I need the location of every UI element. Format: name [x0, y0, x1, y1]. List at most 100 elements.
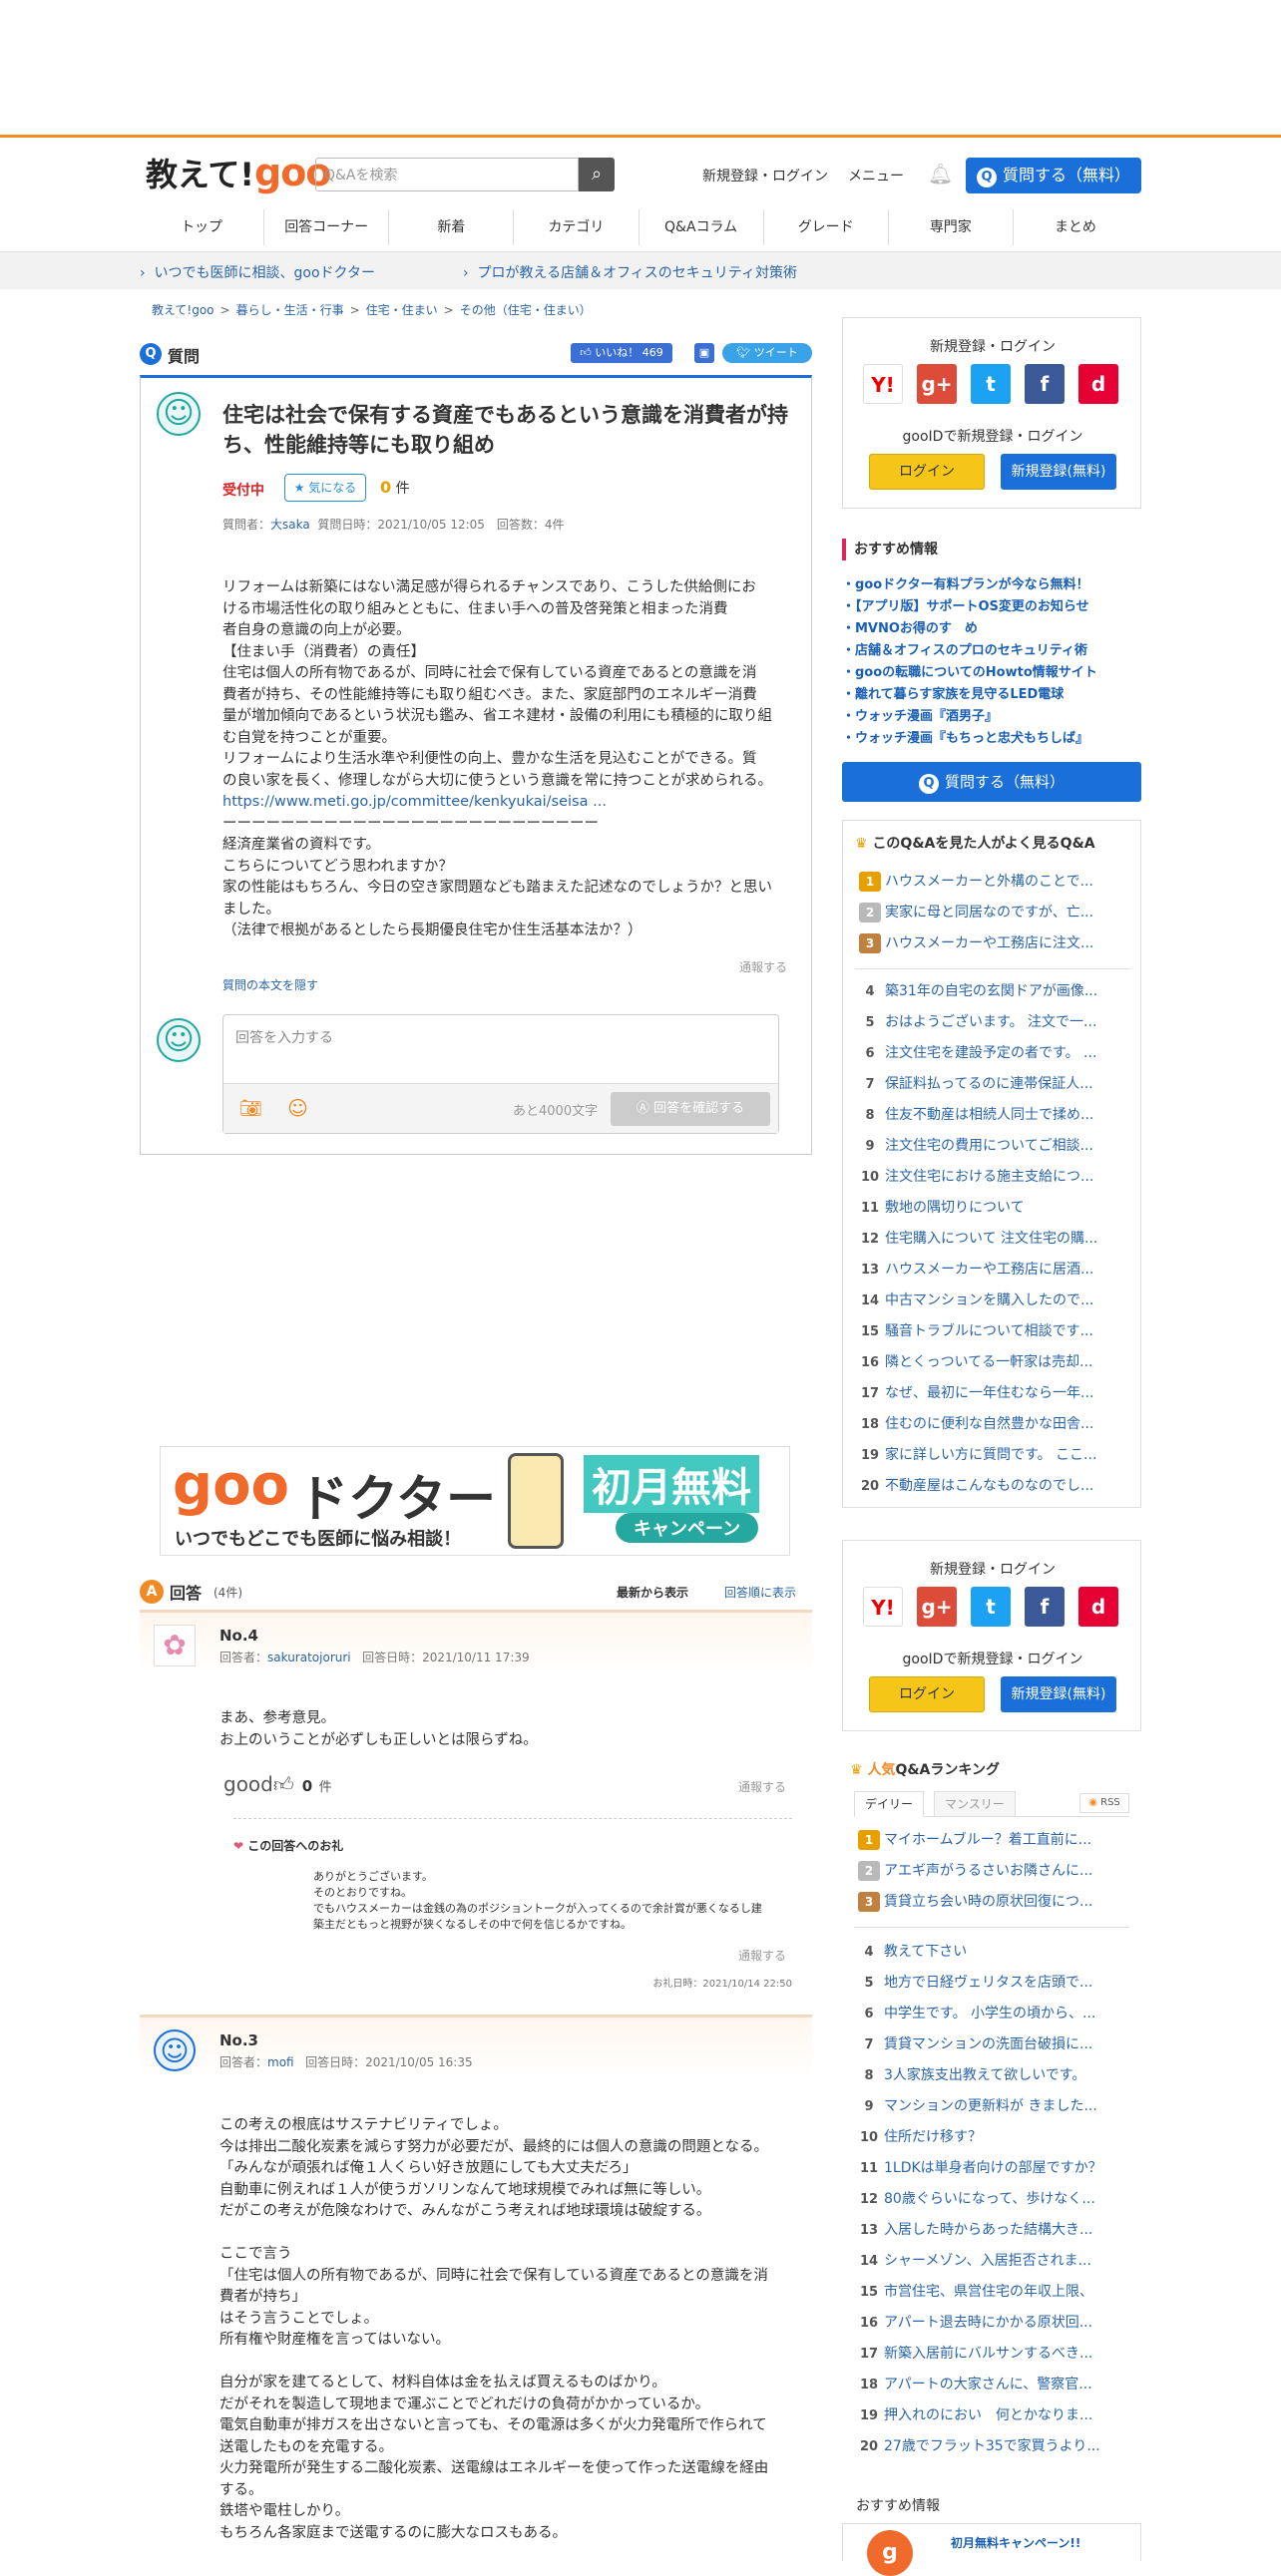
- breadcrumb-item[interactable]: 教えて!goo: [152, 303, 214, 317]
- ranking-item[interactable]: 2 アエギ声がうるさいお隣さんに...: [854, 1860, 1129, 1891]
- emoji-icon[interactable]: ☺: [287, 1096, 308, 1120]
- search-button[interactable]: ⌕: [579, 158, 615, 191]
- favorite-button[interactable]: ★ 気になる: [284, 474, 366, 502]
- recommend-item[interactable]: ・ウォッチ漫画『もちっと忠犬もちしば』: [842, 728, 1141, 750]
- confirm-answer-button[interactable]: Ⓐ 回答を確認する: [611, 1092, 770, 1126]
- related-item[interactable]: 15 騒音トラブルについて相談です...: [855, 1320, 1130, 1351]
- ranking-item[interactable]: 20 27歳でフラット35で家買うより...: [854, 2435, 1129, 2466]
- ranking-item[interactable]: 16 アパート退去時にかかる原状回...: [854, 2312, 1129, 2343]
- rss-button[interactable]: ◉ RSS: [1079, 1793, 1129, 1813]
- related-item[interactable]: 4 築31年の自宅の玄関ドアが画像...: [855, 980, 1130, 1011]
- nav-category[interactable]: カテゴリ: [514, 209, 640, 245]
- docomo-icon[interactable]: d: [1078, 1587, 1118, 1627]
- ranking-item[interactable]: 7 賃貸マンションの洗面台破損に...: [854, 2033, 1129, 2064]
- related-item[interactable]: 18 住むのに便利な自然豊かな田舎...: [855, 1413, 1130, 1444]
- ranking-item[interactable]: 11 1LDKは単身者向けの部屋ですか？: [854, 2157, 1129, 2188]
- search-input[interactable]: Q&Aを検索: [315, 158, 579, 191]
- related-item[interactable]: 8 住友不動産は相続人同士で揉め...: [855, 1104, 1130, 1135]
- author-link[interactable]: 大saka: [270, 518, 310, 532]
- recommend-item[interactable]: ・【アプリ版】サポートOS変更のお知らせ: [842, 596, 1141, 618]
- related-item[interactable]: 5 おはようございます。 注文で一...: [855, 1011, 1130, 1042]
- tab-monthly[interactable]: マンスリー: [934, 1791, 1016, 1817]
- related-item[interactable]: 9 注文住宅の費用についてご相談...: [855, 1135, 1130, 1166]
- recommend-item[interactable]: ・店舗＆オフィスのプロのセキュリティ術: [842, 640, 1141, 662]
- related-item[interactable]: 6 注文住宅を建設予定の者です。 ...: [855, 1042, 1130, 1073]
- report-link[interactable]: 通報する: [738, 1947, 786, 1964]
- recommend-item[interactable]: ・gooの転職についてのHowto情報サイト: [842, 662, 1141, 684]
- ranking-item[interactable]: 14 シャーメゾン、入居拒否されま...: [854, 2250, 1129, 2281]
- related-item[interactable]: 19 家に詳しい方に質問です。 ここ...: [855, 1444, 1130, 1475]
- ranking-item[interactable]: 17 新築入居前にバルサンするべき...: [854, 2343, 1129, 2374]
- google-plus-icon[interactable]: g+: [917, 1587, 957, 1627]
- facebook-icon[interactable]: f: [1025, 1587, 1065, 1627]
- breadcrumb-item[interactable]: その他（住宅・住まい）: [460, 303, 592, 317]
- side-ask-button[interactable]: Q 質問する（無料）: [842, 762, 1141, 802]
- related-item[interactable]: 16 隣とくっついてる一軒家は売却...: [855, 1351, 1130, 1382]
- recommend-item[interactable]: ・離れて暮らす家族を見守るLED電球: [842, 684, 1141, 706]
- ranking-item[interactable]: 15 市営住宅、県営住宅の年収上限、: [854, 2281, 1129, 2312]
- ranking-item[interactable]: 9 マンションの更新料が きました...: [854, 2095, 1129, 2126]
- facebook-icon[interactable]: f: [1025, 364, 1065, 404]
- login-button[interactable]: ログイン: [869, 1676, 985, 1712]
- nav-new[interactable]: 新着: [389, 209, 515, 245]
- related-item[interactable]: 10 注文住宅における施主支給につ...: [855, 1166, 1130, 1197]
- nav-top[interactable]: トップ: [140, 209, 265, 245]
- breadcrumb-item[interactable]: 住宅・住まい: [366, 303, 438, 317]
- ranking-item[interactable]: 10 住所だけ移す？: [854, 2126, 1129, 2157]
- yahoo-icon[interactable]: Y!: [863, 364, 903, 404]
- report-link[interactable]: 通報する: [738, 1778, 786, 1795]
- reference-link[interactable]: https://www.meti.go.jp/committee/kenkyuk…: [222, 794, 607, 810]
- register-button[interactable]: 新規登録(無料): [1001, 454, 1116, 490]
- login-button[interactable]: ログイン: [869, 454, 985, 490]
- related-item[interactable]: 12 住宅購入について 注文住宅の購...: [855, 1228, 1130, 1259]
- nav-qa-column[interactable]: Q&Aコラム: [640, 209, 764, 245]
- breadcrumb-item[interactable]: 暮らし・生活・行事: [236, 303, 344, 317]
- camera-icon[interactable]: 📷︎: [239, 1098, 262, 1119]
- sort-newest[interactable]: 最新から表示: [617, 1584, 688, 1601]
- bottom-reco-card[interactable]: g 初月無料キャンペーン!!: [842, 2523, 1141, 2576]
- twitter-icon[interactable]: t: [971, 364, 1011, 404]
- nav-grade[interactable]: グレード: [764, 209, 889, 245]
- promo-link-doctor[interactable]: › いつでも医師に相談、gooドクター: [140, 262, 375, 282]
- promo-link-security[interactable]: › プロが教える店舗＆オフィスのセキュリティ対策術: [463, 262, 797, 282]
- related-item[interactable]: 13 ハウスメーカーや工務店に居酒...: [855, 1259, 1130, 1289]
- recommend-item[interactable]: ・gooドクター有料プランが今なら無料！: [842, 574, 1141, 596]
- report-link[interactable]: 通報する: [739, 958, 787, 975]
- related-item[interactable]: 20 不動産屋はこんなものなのでし...: [855, 1475, 1130, 1506]
- facebook-like-button[interactable]: 👍︎ いいね！ 469: [571, 343, 672, 363]
- ask-question-button[interactable]: Q 質問する（無料）: [966, 158, 1141, 193]
- nav-summary[interactable]: まとめ: [1014, 209, 1137, 245]
- ranking-item[interactable]: 12 80歳ぐらいになって、歩けなく...: [854, 2188, 1129, 2219]
- ranking-item[interactable]: 18 アパートの大家さんに、警察官...: [854, 2374, 1129, 2404]
- hide-body-link[interactable]: 質問の本文を隠す: [222, 976, 318, 993]
- register-button[interactable]: 新規登録(無料): [1001, 1676, 1116, 1712]
- ranking-item[interactable]: 1 マイホームブルー？着工直前に...: [854, 1829, 1129, 1860]
- ranking-item[interactable]: 8 3人家族支出教えて欲しいです。: [854, 2064, 1129, 2095]
- goo-doctor-ad[interactable]: goo ドクター いつでもどこでも医師に悩み相談！ 初月無料 キャンペーン: [160, 1446, 790, 1556]
- site-logo[interactable]: 教えて!goo: [146, 150, 331, 195]
- related-item[interactable]: 17 なぜ、最初に一年住むなら一年...: [855, 1382, 1130, 1413]
- ranking-item[interactable]: 3 賃貸立ち会い時の原状回復につ...: [854, 1891, 1129, 1922]
- signup-login-link[interactable]: 新規登録・ログイン: [702, 166, 828, 185]
- recommend-item[interactable]: ・ウォッチ漫画『酒男子』: [842, 706, 1141, 728]
- author-link[interactable]: sakuratojoruri: [267, 1651, 351, 1664]
- related-item[interactable]: 11 敷地の隅切りについて: [855, 1197, 1130, 1228]
- related-item[interactable]: 3 ハウスメーカーや工務店に注文...: [855, 932, 1130, 963]
- ranking-item[interactable]: 13 入居した時からあった結構大き...: [854, 2219, 1129, 2250]
- menu-link[interactable]: メニュー: [848, 166, 904, 185]
- good-button[interactable]: good👍︎ 0 件: [223, 1772, 332, 1797]
- nav-answer-corner[interactable]: 回答コーナー: [264, 209, 390, 245]
- ranking-item[interactable]: 5 地方で日経ヴェリタスを店頭で...: [854, 1972, 1129, 2003]
- google-plus-icon[interactable]: g+: [917, 364, 957, 404]
- related-item[interactable]: 1 ハウスメーカーと外構のことで...: [855, 871, 1130, 902]
- recommend-item[interactable]: ・MVNOお得のす め: [842, 618, 1141, 640]
- answer-input[interactable]: 回答を入力する 📷︎ ☺ あと4000文字 Ⓐ 回答を確認する: [222, 1014, 779, 1134]
- sort-order[interactable]: 回答順に表示: [724, 1584, 796, 1601]
- ranking-item[interactable]: 4 教えて下さい: [854, 1941, 1129, 1972]
- related-item[interactable]: 2 実家に母と同居なのですが、亡...: [855, 902, 1130, 932]
- share-icon[interactable]: ▣: [694, 343, 714, 363]
- author-link[interactable]: mofi: [267, 2055, 294, 2069]
- related-item[interactable]: 14 中古マンションを購入したので...: [855, 1289, 1130, 1320]
- bell-icon[interactable]: 🔔︎: [928, 162, 953, 185]
- ranking-item[interactable]: 19 押入れのにおい 何とかなりま...: [854, 2404, 1129, 2435]
